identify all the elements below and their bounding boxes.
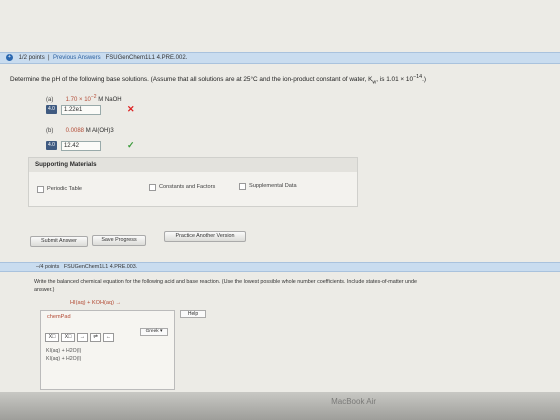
previous-answers-link[interactable]: Previous Answers [53,55,101,61]
question-code: FSUGenChem1L1 4.PRE.002. [105,55,188,61]
correct-icon: ✓ [126,140,135,150]
constants-factors-link[interactable]: Constants and Factors [149,184,219,191]
chempad-line-2: KI(aq) + H2O(l) [46,356,82,362]
device-brand-label: MacBook Air [331,397,376,406]
chempad-line-1: KI(aq) + H2O(l) [46,348,82,354]
incorrect-icon: ✕ [126,104,135,114]
equilibrium-arrow-button[interactable]: ⇌ [90,333,101,342]
question-code: FSUGenChem1L1 4.PRE.003. [63,264,138,270]
document-icon [37,186,44,193]
practice-another-version-button[interactable]: Practice Another Version [164,231,246,242]
subscript-button[interactable]: X□ [45,333,59,342]
periodic-table-link[interactable]: Periodic Table [37,186,82,193]
supporting-materials-panel: Supporting Materials Periodic Table Cons… [28,157,358,207]
part-b-answer-input[interactable]: 12.42 [60,140,101,151]
question-2-prompt: Write the balanced chemical equation for… [34,279,418,293]
help-button[interactable]: Help [180,310,206,318]
part-a-answer-row: 4.0 1.22e1 ✕ [46,104,135,115]
part-a-question: (a) 1.70 × 10−2 M NaOH [46,94,122,103]
expand-icon[interactable]: + [6,53,13,61]
points-label: 1/2 points [18,55,45,61]
question-2-header: –/4 points FSUGenChem1L1 4.PRE.003. [0,262,560,272]
question-1-prompt: Determine the pH of the following base s… [10,74,426,86]
document-icon [239,183,246,190]
superscript-button[interactable]: X□ [61,333,75,342]
save-progress-button[interactable]: Save Progress [92,235,146,246]
greek-dropdown[interactable]: Greek ▾ [140,328,168,336]
part-a-answer-input[interactable]: 1.22e1 [60,104,101,115]
question-1-header: + 1/2 points | Previous Answers FSUGenCh… [0,52,560,64]
points-label: –/4 points [36,264,60,270]
reaction-equation: HI(aq) + KOH(aq) → [70,300,122,306]
supporting-materials-title: Supporting Materials [29,158,357,172]
right-arrow-button[interactable]: → [77,333,88,342]
part-b-answer-row: 4.0 12.42 ✓ [46,140,135,151]
part-b-tag: 4.0 [46,141,57,150]
document-icon [149,184,156,191]
submit-answer-button[interactable]: Submit Answer [30,236,88,247]
left-arrow-button[interactable]: ← [103,333,114,342]
chempad-title: chemPad [47,314,71,320]
part-b-question: (b) 0.0088 M Al(OH)3 [46,128,114,134]
part-a-tag: 4.0 [46,105,57,114]
supplemental-data-link[interactable]: Supplemental Data [239,183,297,190]
